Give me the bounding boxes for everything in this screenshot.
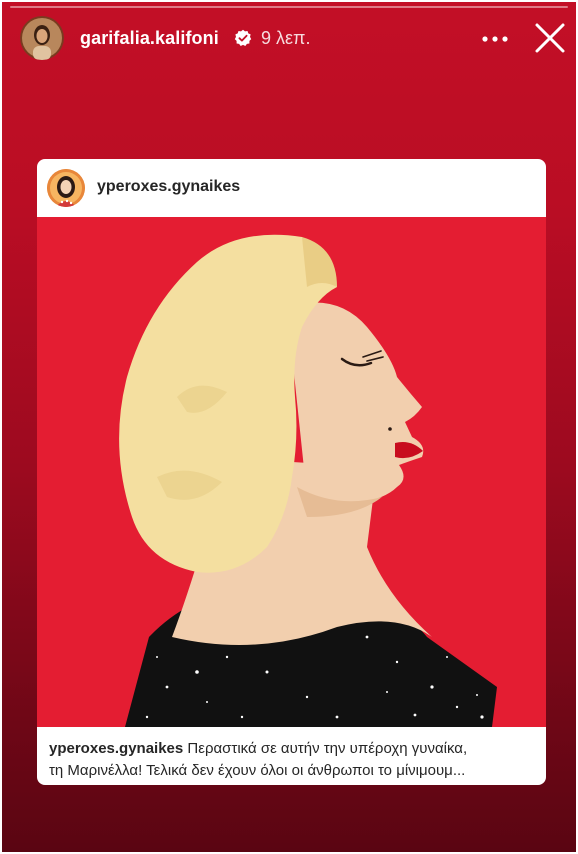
- story-avatar[interactable]: [20, 16, 64, 60]
- caption-text-line1: Περαστικά σε αυτήν την υπέροχη γυναίκα,: [187, 740, 468, 757]
- post-caption: yperoxes.gynaikes Περαστικά σε αυτήν την…: [49, 738, 537, 782]
- verified-badge-icon: [234, 29, 252, 46]
- more-options-button[interactable]: [478, 24, 512, 54]
- post-illustration[interactable]: [37, 217, 546, 727]
- caption-username[interactable]: yperoxes.gynaikes: [49, 740, 183, 757]
- story-username[interactable]: garifalia.kalifoni: [80, 28, 219, 49]
- story-viewer: garifalia.kalifoni 9 λεπ. yperoxes.gynai…: [2, 2, 576, 852]
- close-icon[interactable]: [532, 20, 568, 56]
- post-header: yperoxes.gynaikes: [37, 159, 546, 217]
- shared-post-card[interactable]: yperoxes.gynaikes yperoxes.gynaikes Περα…: [37, 159, 546, 785]
- post-author-avatar[interactable]: [47, 169, 85, 207]
- story-timestamp: 9 λεπ.: [261, 28, 311, 48]
- post-author-username[interactable]: yperoxes.gynaikes: [97, 178, 240, 196]
- more-icon: [482, 36, 508, 42]
- caption-text-line2: τη Μαρινέλλα! Τελικά δεν έχουν όλοι οι ά…: [49, 762, 466, 779]
- story-progress-bar: [10, 6, 568, 8]
